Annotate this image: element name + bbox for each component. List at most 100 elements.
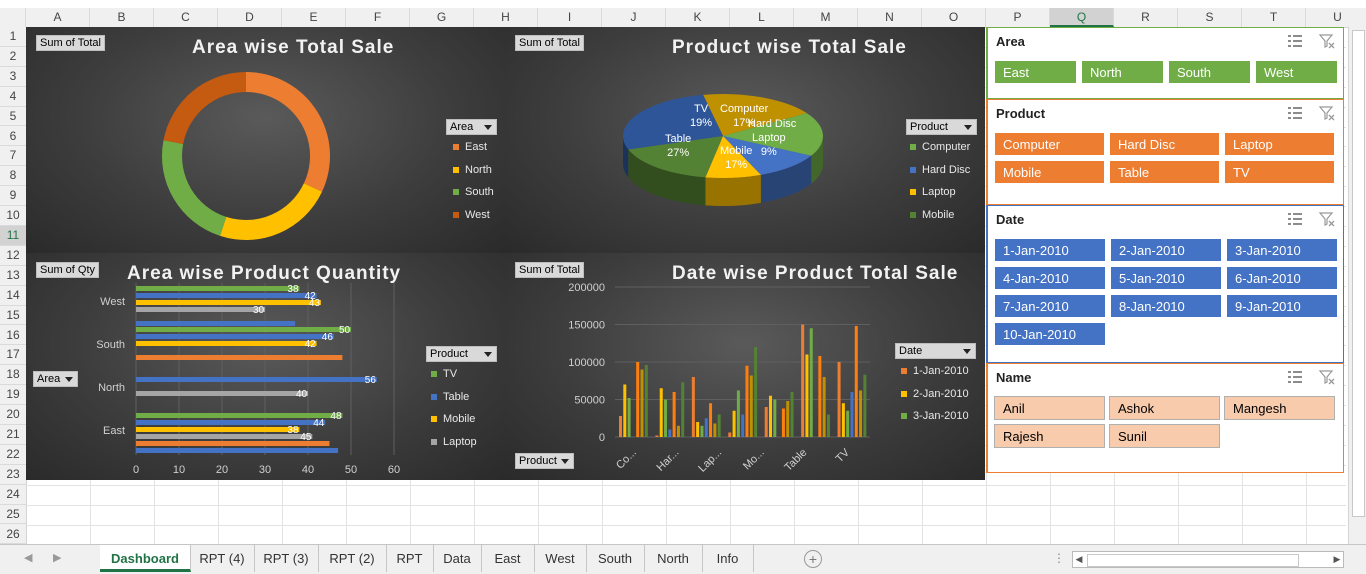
column-header-P[interactable]: P — [986, 8, 1050, 27]
date-filter-dropdown[interactable]: Date — [895, 343, 976, 359]
date-slicer-item[interactable]: 7-Jan-2010 — [994, 294, 1106, 318]
clear-filter-icon[interactable] — [1318, 210, 1336, 228]
column-header-E[interactable]: E — [282, 8, 346, 27]
date-slicer-item[interactable]: 8-Jan-2010 — [1110, 294, 1222, 318]
multi-select-icon[interactable] — [1286, 104, 1304, 122]
row-header-19[interactable]: 19 — [0, 385, 26, 406]
sheet-tab-south[interactable]: South — [586, 545, 645, 572]
name-slicer-item[interactable]: Sunil — [1109, 424, 1220, 448]
scroll-left-icon[interactable]: ◀ — [24, 551, 32, 564]
column-header-N[interactable]: N — [858, 8, 922, 27]
row-header-17[interactable]: 17 — [0, 345, 26, 366]
area-slicer-item[interactable]: West — [1255, 60, 1338, 84]
select-all-corner[interactable] — [0, 8, 26, 27]
product-filter-dropdown-top[interactable]: Product — [906, 119, 977, 135]
sheet-tab-dashboard[interactable]: Dashboard — [100, 545, 191, 572]
clear-filter-icon[interactable] — [1318, 104, 1336, 122]
sheet-tab-rpt-2-[interactable]: RPT (2) — [318, 545, 387, 572]
column-header-B[interactable]: B — [90, 8, 154, 27]
row-header-18[interactable]: 18 — [0, 365, 26, 386]
column-header-S[interactable]: S — [1178, 8, 1242, 27]
area-slicer-item[interactable]: North — [1081, 60, 1164, 84]
scroll-right-icon[interactable]: ▶ — [53, 551, 61, 564]
row-header-21[interactable]: 21 — [0, 425, 26, 445]
horizontal-scrollbar[interactable]: ◀ ▶ — [1072, 551, 1344, 568]
row-header-12[interactable]: 12 — [0, 245, 26, 266]
row-header-5[interactable]: 5 — [0, 106, 26, 127]
column-header-H[interactable]: H — [474, 8, 538, 27]
product-slicer-item[interactable]: Table — [1109, 160, 1220, 184]
sheet-tab-east[interactable]: East — [481, 545, 535, 572]
date-slicer-item[interactable]: 1-Jan-2010 — [994, 238, 1106, 262]
scrollbar-right-arrow-icon[interactable]: ▶ — [1331, 552, 1343, 567]
sheet-tab-west[interactable]: West — [534, 545, 587, 572]
row-header-15[interactable]: 15 — [0, 305, 26, 326]
sheet-tab-rpt[interactable]: RPT — [386, 545, 434, 572]
row-header-2[interactable]: 2 — [0, 46, 26, 67]
row-header-25[interactable]: 25 — [0, 504, 26, 525]
column-header-G[interactable]: G — [410, 8, 474, 27]
clear-filter-icon[interactable] — [1318, 32, 1336, 50]
column-header-A[interactable]: A — [26, 8, 90, 27]
sheet-tab-rpt-3-[interactable]: RPT (3) — [254, 545, 319, 572]
name-slicer-item[interactable]: Mangesh — [1224, 396, 1335, 420]
sheet-tab-info[interactable]: Info — [702, 545, 754, 572]
more-options-icon[interactable]: ⋮ — [1053, 551, 1065, 565]
date-slicer-item[interactable]: 4-Jan-2010 — [994, 266, 1106, 290]
product-slicer-item[interactable]: Computer — [994, 132, 1105, 156]
vertical-scrollbar-thumb[interactable] — [1352, 30, 1365, 517]
column-header-D[interactable]: D — [218, 8, 282, 27]
row-header-24[interactable]: 24 — [0, 484, 26, 505]
product-slicer-item[interactable]: Laptop — [1224, 132, 1335, 156]
column-header-R[interactable]: R — [1114, 8, 1178, 27]
multi-select-icon[interactable] — [1286, 32, 1304, 50]
clear-filter-icon[interactable] — [1318, 368, 1336, 386]
row-header-13[interactable]: 13 — [0, 265, 26, 286]
row-header-26[interactable]: 26 — [0, 524, 26, 545]
date-slicer-item[interactable]: 3-Jan-2010 — [1226, 238, 1338, 262]
row-header-23[interactable]: 23 — [0, 464, 26, 485]
row-header-3[interactable]: 3 — [0, 66, 26, 87]
product-slicer-item[interactable]: TV — [1224, 160, 1335, 184]
name-slicer-item[interactable]: Anil — [994, 396, 1105, 420]
multi-select-icon[interactable] — [1286, 368, 1304, 386]
scrollbar-left-arrow-icon[interactable]: ◀ — [1073, 552, 1085, 567]
column-header-F[interactable]: F — [346, 8, 410, 27]
sheet-tab-rpt-4-[interactable]: RPT (4) — [190, 545, 255, 572]
product-total-field-button[interactable]: Sum of Total — [515, 35, 584, 51]
date-slicer-item[interactable]: 2-Jan-2010 — [1110, 238, 1222, 262]
vertical-scrollbar[interactable] — [1348, 27, 1366, 544]
multi-select-icon[interactable] — [1286, 210, 1304, 228]
row-header-22[interactable]: 22 — [0, 444, 26, 465]
row-header-8[interactable]: 8 — [0, 166, 26, 187]
column-header-K[interactable]: K — [666, 8, 730, 27]
row-header-6[interactable]: 6 — [0, 126, 26, 147]
area-row-dropdown[interactable]: Area — [33, 371, 78, 387]
date-slicer-item[interactable]: 9-Jan-2010 — [1226, 294, 1338, 318]
column-header-T[interactable]: T — [1242, 8, 1306, 27]
product-slicer-item[interactable]: Hard Disc — [1109, 132, 1220, 156]
column-header-J[interactable]: J — [602, 8, 666, 27]
scrollbar-thumb[interactable] — [1087, 554, 1299, 567]
column-header-L[interactable]: L — [730, 8, 794, 27]
date-slicer-item[interactable]: 6-Jan-2010 — [1226, 266, 1338, 290]
name-slicer-item[interactable]: Ashok — [1109, 396, 1220, 420]
row-header-14[interactable]: 14 — [0, 285, 26, 306]
row-header-7[interactable]: 7 — [0, 146, 26, 167]
date-slicer-item[interactable]: 10-Jan-2010 — [994, 322, 1106, 346]
row-header-16[interactable]: 16 — [0, 325, 26, 346]
column-header-C[interactable]: C — [154, 8, 218, 27]
product-row-dropdown[interactable]: Product — [515, 453, 574, 469]
row-header-4[interactable]: 4 — [0, 86, 26, 107]
sheet-tab-north[interactable]: North — [644, 545, 703, 572]
area-total-field-button[interactable]: Sum of Total — [36, 35, 105, 51]
column-header-I[interactable]: I — [538, 8, 602, 27]
row-header-10[interactable]: 10 — [0, 206, 26, 226]
area-slicer-item[interactable]: South — [1168, 60, 1251, 84]
name-slicer-item[interactable]: Rajesh — [994, 424, 1105, 448]
row-header-9[interactable]: 9 — [0, 186, 26, 207]
area-filter-dropdown[interactable]: Area — [446, 119, 497, 135]
product-filter-dropdown-bottom[interactable]: Product — [426, 346, 497, 362]
sheet-tab-data[interactable]: Data — [433, 545, 482, 572]
column-header-Q[interactable]: Q — [1050, 8, 1114, 27]
